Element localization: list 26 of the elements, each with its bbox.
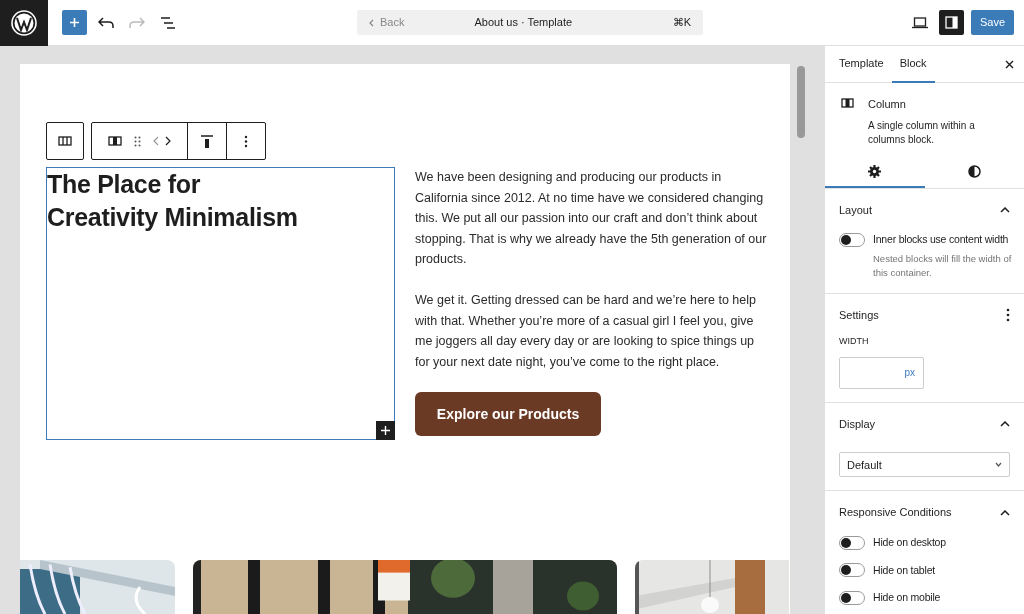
- field-label: WIDTH: [839, 335, 870, 349]
- document-title: About us · Template: [474, 15, 573, 31]
- toggle-label: Hide on desktop: [873, 534, 946, 550]
- paragraph: We get it. Getting dressed can be hard and we’re here to help with that. Whether you’re more of a casual girl I feel you, give me joggers all day every day or are looking to spice things up for your next date night, you’ve come to the right place.: [415, 291, 757, 371]
- section-title[interactable]: Settings: [839, 306, 879, 324]
- sidebar-tab[interactable]: Block: [891, 45, 935, 83]
- command-bar[interactable]: Back About us · Template ⌘K: [357, 10, 703, 35]
- sidebar-tab[interactable]: Template: [831, 45, 892, 83]
- save-button[interactable]: Save: [971, 10, 1014, 35]
- help-text: Nested blocks will fill the width of this container.: [873, 251, 1013, 280]
- section-title[interactable]: Display: [839, 415, 876, 433]
- toggle-label: Hide on mobile: [873, 590, 941, 606]
- block-description: A single column within a columns block.: [868, 118, 976, 147]
- toggle-label: Inner blocks use content width: [873, 232, 1009, 247]
- block-name: Column: [868, 97, 907, 112]
- section-title[interactable]: Layout: [839, 201, 873, 218]
- width-field[interactable]: px: [839, 356, 924, 389]
- heading-line: The Place for: [47, 169, 202, 200]
- column-block[interactable]: The Place for Creativity Minimalism: [46, 167, 395, 440]
- explore-products-button[interactable]: Explore our Products: [415, 392, 601, 437]
- paragraph: We have been designing and producing our products in California since 2012. At no time have we considered changing this. We put all our passion into our craft and don’t think about stopping. That is why we already have the 5th generation of our products.: [415, 169, 767, 269]
- section-title[interactable]: Responsive Conditions: [839, 504, 952, 521]
- display-select[interactable]: Default: [839, 452, 1010, 478]
- toggle-label: Hide on tablet: [873, 562, 935, 578]
- heading-line: Creativity Minimalism: [47, 202, 299, 233]
- shortcut-hint: ⌘K: [672, 15, 691, 31]
